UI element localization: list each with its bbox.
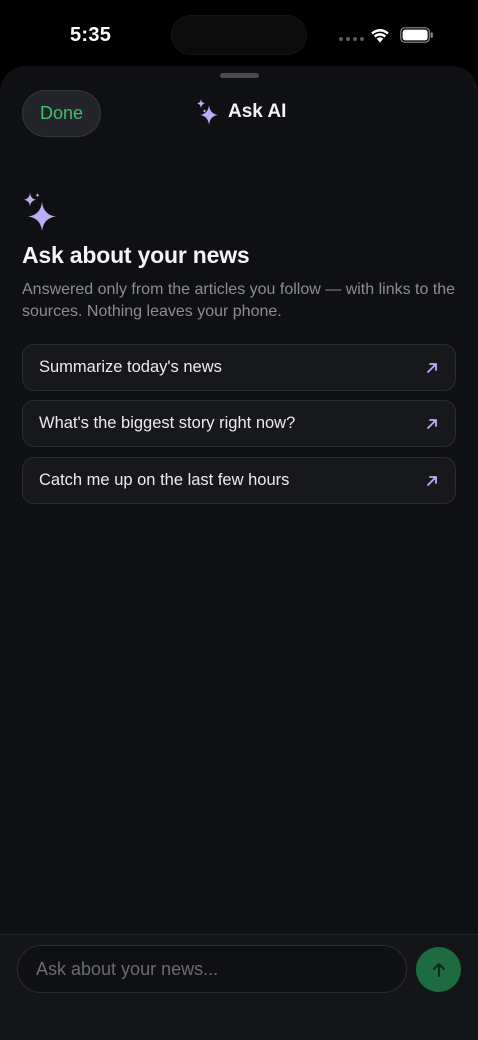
suggestion-catch-me-up[interactable]: Catch me up on the last few hours: [22, 457, 456, 504]
suggestion-label: What's the biggest story right now?: [39, 414, 296, 432]
intro-headline: Ask about your news: [22, 242, 250, 268]
status-bar: 5:35: [0, 0, 478, 68]
composer-bar: [0, 934, 478, 1040]
arrow-up-right-icon: [427, 418, 437, 429]
status-time: 5:35: [70, 24, 112, 46]
arrow-up-right-icon: [427, 475, 437, 486]
sparkle-icon: [197, 99, 218, 125]
suggestion-summarize-today[interactable]: Summarize today's news: [22, 344, 456, 391]
suggestion-label: Summarize today's news: [39, 358, 222, 376]
battery-icon: [400, 27, 433, 43]
send-button[interactable]: [416, 947, 461, 992]
intro-subtext: Answered only from the articles you foll…: [22, 281, 456, 320]
sheet-title: Ask AI: [196, 98, 286, 126]
ask-ai-sheet: Done Ask AI Ask about your news Answered…: [0, 66, 478, 1040]
screen: 5:35 Done Ask AI Ask about your news Ans…: [0, 0, 478, 1040]
sparkle-icon: [24, 193, 56, 231]
dynamic-island: [171, 15, 307, 55]
arrow-up-right-icon: [427, 362, 437, 373]
done-button[interactable]: Done: [22, 90, 101, 137]
ask-input[interactable]: [17, 945, 407, 993]
suggestion-biggest-story[interactable]: What's the biggest story right now?: [22, 400, 456, 447]
arrow-up-icon: [432, 962, 445, 977]
wifi-icon: [371, 29, 389, 43]
cellular-signal-icon: [339, 37, 364, 41]
sheet-title-label: Ask AI: [228, 101, 287, 122]
suggestion-label: Catch me up on the last few hours: [39, 471, 290, 489]
sheet-grabber[interactable]: [220, 73, 259, 78]
